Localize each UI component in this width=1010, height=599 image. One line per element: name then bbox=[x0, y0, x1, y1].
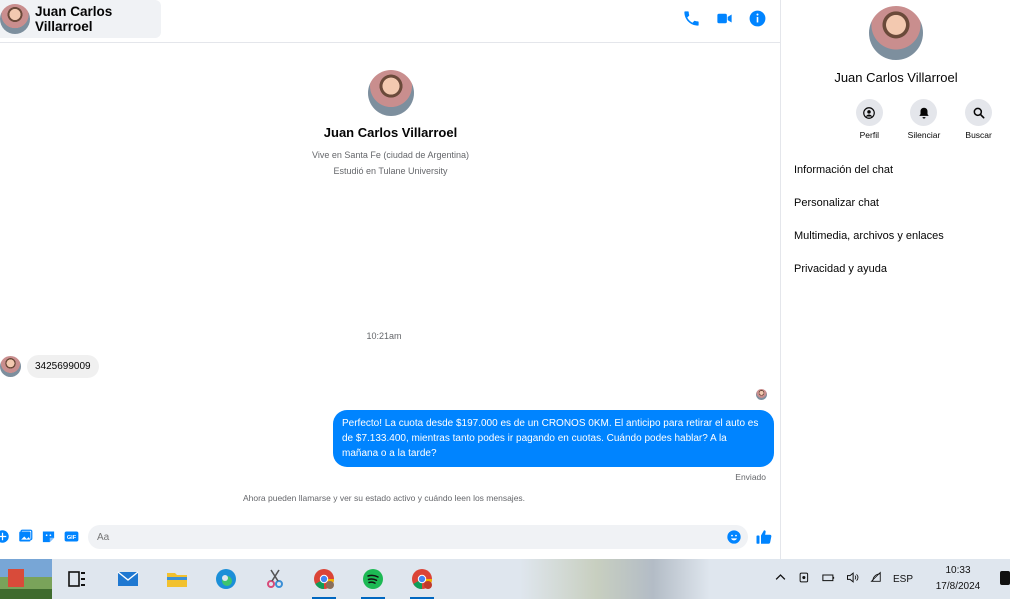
header-contact[interactable]: Juan Carlos Villarroel bbox=[0, 0, 161, 38]
file-explorer-icon[interactable] bbox=[162, 564, 192, 594]
mail-icon[interactable] bbox=[113, 564, 143, 594]
spotify-icon[interactable] bbox=[358, 564, 388, 599]
bell-icon[interactable] bbox=[910, 99, 938, 126]
sidebar-actions: Perfil Silenciar Buscar bbox=[782, 99, 1010, 140]
chrome-icon[interactable] bbox=[309, 564, 339, 599]
avatar[interactable] bbox=[869, 6, 923, 60]
start-thumbnail[interactable] bbox=[0, 559, 52, 599]
menu-item-media-files-links[interactable]: Multimedia, archivos y enlaces bbox=[794, 228, 1010, 261]
message-composer: GIF bbox=[0, 521, 781, 553]
clock-time: 10:33 bbox=[945, 565, 971, 576]
mute-button[interactable]: Silenciar bbox=[897, 99, 951, 140]
system-tray: ESP bbox=[773, 559, 913, 599]
language-indicator[interactable]: ESP bbox=[893, 574, 913, 585]
sidebar-menu: Información del chat Personalizar chat M… bbox=[782, 162, 1010, 294]
message-input[interactable] bbox=[88, 525, 708, 549]
sidebar-profile: Juan Carlos Villarroel bbox=[782, 0, 1010, 85]
search-icon[interactable] bbox=[965, 99, 993, 126]
snipping-tool-icon[interactable] bbox=[260, 564, 290, 594]
like-icon[interactable] bbox=[755, 528, 773, 546]
search-button[interactable]: Buscar bbox=[952, 99, 1006, 140]
message-input-wrapper bbox=[88, 525, 748, 549]
menu-item-customize-chat[interactable]: Personalizar chat bbox=[794, 195, 1010, 228]
info-notice: Ahora pueden llamarse y ver su estado ac… bbox=[242, 493, 526, 503]
profile-label: Perfil bbox=[859, 130, 880, 140]
taskbar-clock[interactable]: 10:33 17/8/2024 bbox=[928, 563, 988, 595]
profile-name: Juan Carlos Villarroel bbox=[323, 125, 458, 140]
chevron-up-icon[interactable] bbox=[773, 570, 788, 588]
chrome-icon[interactable] bbox=[407, 564, 437, 599]
seen-indicator-avatar bbox=[756, 389, 767, 400]
gif-label: GIF bbox=[66, 535, 76, 541]
chat-header: Juan Carlos Villarroel bbox=[0, 0, 781, 43]
incoming-message[interactable]: 3425699009 bbox=[27, 355, 99, 378]
menu-item-chat-info[interactable]: Información del chat bbox=[794, 162, 1010, 195]
chat-panel: Juan Carlos Villarroel Juan Carlos Villa… bbox=[0, 0, 781, 559]
taskbar-wallpaper bbox=[520, 559, 710, 599]
phone-icon[interactable] bbox=[682, 9, 701, 28]
incoming-message-row: 3425699009 bbox=[0, 355, 99, 378]
outgoing-message[interactable]: Perfecto! La cuota desde $197.000 es de … bbox=[333, 410, 774, 467]
edge-icon[interactable] bbox=[211, 564, 241, 594]
plus-icon[interactable] bbox=[0, 528, 10, 544]
task-view-icon[interactable] bbox=[62, 564, 92, 594]
avatar[interactable] bbox=[0, 4, 30, 34]
windows-taskbar: ESP 10:33 17/8/2024 bbox=[0, 559, 1010, 599]
video-icon[interactable] bbox=[715, 9, 734, 28]
gif-icon[interactable]: GIF bbox=[63, 528, 79, 544]
emoji-icon[interactable] bbox=[726, 529, 742, 545]
chat-info-sidebar: Juan Carlos Villarroel Perfil Silenciar … bbox=[782, 0, 1010, 559]
profile-icon[interactable] bbox=[855, 99, 883, 126]
search-label: Buscar bbox=[965, 130, 992, 140]
avatar[interactable] bbox=[367, 70, 414, 116]
sent-status: Enviado bbox=[735, 472, 766, 482]
wifi-icon[interactable] bbox=[869, 570, 884, 588]
profile-details: Vive en Santa Fe (ciudad de Argentina) E… bbox=[0, 147, 781, 179]
volume-icon[interactable] bbox=[845, 570, 860, 588]
clock-date: 17/8/2024 bbox=[935, 581, 981, 592]
sticker-icon[interactable] bbox=[40, 528, 56, 544]
notification-icon[interactable] bbox=[1000, 571, 1010, 585]
battery-icon[interactable] bbox=[821, 570, 836, 588]
info-icon[interactable] bbox=[748, 9, 767, 28]
sidebar-contact-name: Juan Carlos Villarroel bbox=[834, 70, 958, 85]
header-actions bbox=[682, 9, 767, 28]
image-icon[interactable] bbox=[17, 528, 33, 544]
conversation-profile: Juan Carlos Villarroel Vive en Santa Fe … bbox=[0, 70, 781, 179]
messenger-app: Juan Carlos Villarroel Juan Carlos Villa… bbox=[0, 0, 1010, 559]
menu-item-privacy-help[interactable]: Privacidad y ayuda bbox=[794, 261, 1010, 294]
avatar[interactable] bbox=[0, 356, 21, 377]
profile-studied: Estudió en Tulane University bbox=[333, 166, 448, 176]
header-contact-name[interactable]: Juan Carlos Villarroel bbox=[35, 4, 161, 34]
meet-now-icon[interactable] bbox=[797, 570, 812, 588]
message-timestamp: 10:21am bbox=[366, 331, 402, 341]
profile-button[interactable]: Perfil bbox=[842, 99, 896, 140]
mute-label: Silenciar bbox=[907, 130, 941, 140]
profile-lives: Vive en Santa Fe (ciudad de Argentina) bbox=[312, 150, 469, 160]
